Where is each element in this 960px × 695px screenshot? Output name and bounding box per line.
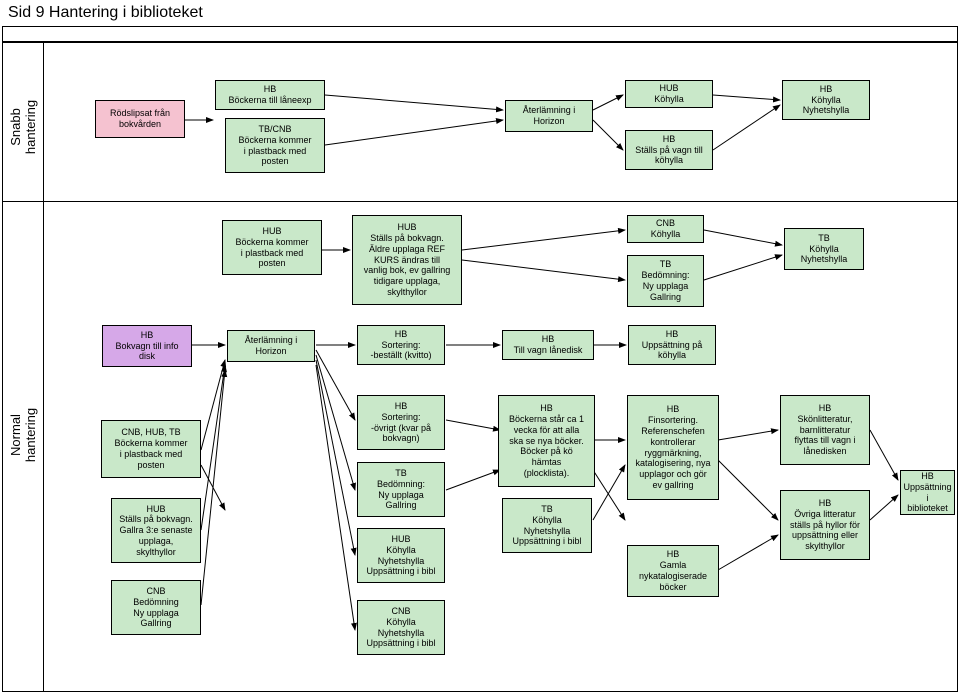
node-hb-laneexp: HBBöckerna till låneexp — [215, 80, 325, 110]
node-hb-bokvagn-info: HBBokvagn till infodisk — [102, 325, 192, 367]
node-hb-gamla: HBGamlanykatalogiseradeböcker — [627, 545, 719, 597]
node-tb-bedomning-1: TBBedömning:Ny upplagaGallring — [627, 255, 704, 307]
node-cnbhubtb-plastback: CNB, HUB, TBBöckerna kommeri plastback m… — [101, 420, 201, 478]
node-hb-sort-bestallt: HBSortering:-beställt (kvitto) — [357, 325, 445, 365]
node-hb-ovriga: HBÖvriga litteraturställs på hyllor föru… — [780, 490, 870, 560]
node-cnb-uppsattning-bibl: CNBKöhyllaNyhetshyllaUppsättning i bibl — [357, 600, 445, 655]
frame-top — [2, 26, 958, 42]
node-tb-bedomning-2: TBBedömning:Ny upplagaGallring — [357, 462, 445, 517]
node-hb-finsortering: HBFinsortering.Referenschefenkontrollera… — [627, 395, 719, 500]
node-rodslipsat: Rödslipsat frånbokvården — [95, 100, 185, 138]
page-title: Sid 9 Hantering i biblioteket — [8, 4, 203, 22]
node-hb-uppsattning-bibl: HBUppsättning ibiblioteket — [900, 470, 955, 515]
node-hub-uppsattning-bibl: HUBKöhyllaNyhetshyllaUppsättning i bibl — [357, 528, 445, 583]
node-hb-vecka: HBBöckerna står ca 1vecka för att allask… — [498, 395, 595, 487]
node-hub-plastback: HUBBöckerna kommeri plastback medposten — [222, 220, 322, 275]
node-hb-uppsattning-kohylla: HBUppsättning påköhylla — [628, 325, 716, 365]
node-tb-uppsattning-bibl: TBKöhyllaNyhetshyllaUppsättning i bibl — [502, 498, 592, 553]
node-hub-stalls-bokvagn: HUBStälls på bokvagn.Äldre upplaga REFKU… — [352, 215, 462, 305]
node-hb-kohylla-nyhet: HBKöhyllaNyhetshylla — [782, 80, 870, 120]
node-tb-kohylla-nyhet: TBKöhyllaNyhetshylla — [784, 228, 864, 270]
node-hb-stalls-vagn: HBStälls på vagn tillköhylla — [625, 130, 713, 170]
node-hub-kohylla: HUBKöhylla — [625, 80, 713, 108]
lane-label-snabb: Snabbhantering — [8, 92, 38, 162]
node-aterlamning-1: Återlämning iHorizon — [505, 100, 593, 132]
lane-label-normal: Normalhantering — [8, 400, 38, 470]
node-cnb-kohylla: CNBKöhylla — [627, 215, 704, 243]
node-hb-skonlitt: HBSkönlitteratur,barnlitteraturflyttas t… — [780, 395, 870, 465]
node-tbcnb-plastback: TB/CNBBöckerna kommeri plastback medpost… — [225, 118, 325, 173]
node-hub-gallra: HUBStälls på bokvagn.Gallra 3:e senasteu… — [111, 498, 201, 563]
node-aterlamning-2: Återlämning iHorizon — [227, 330, 315, 362]
node-hb-sort-ovrigt: HBSortering:-övrigt (kvar påbokvagn) — [357, 395, 445, 450]
node-hb-till-vagn: HBTill vagn lånedisk — [502, 330, 594, 360]
node-cnb-bedomning: CNBBedömningNy upplagaGallring — [111, 580, 201, 635]
